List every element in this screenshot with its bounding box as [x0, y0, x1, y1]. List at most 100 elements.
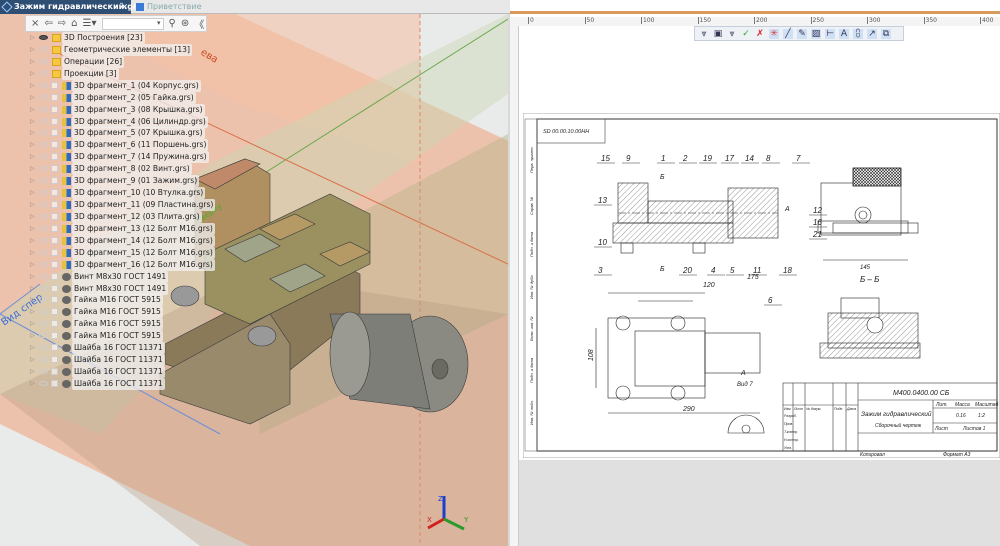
- visibility-eye-icon[interactable]: [39, 237, 48, 243]
- expand-arrow-icon[interactable]: ▷: [30, 306, 35, 318]
- visibility-eye-icon[interactable]: [39, 273, 48, 279]
- dimension-icon[interactable]: ⊢: [825, 28, 835, 39]
- visibility-eye-icon[interactable]: [39, 35, 48, 40]
- expand-arrow-icon[interactable]: ▷: [30, 294, 35, 306]
- filter-layers-icon[interactable]: ⩔: [727, 29, 737, 39]
- visibility-eye-icon[interactable]: [39, 213, 48, 219]
- expand-arrow-icon[interactable]: ▷: [30, 80, 35, 92]
- tab-zazhim[interactable]: Зажим гидравлический.grs ×: [0, 0, 142, 14]
- pen-icon[interactable]: ✎: [797, 28, 807, 39]
- settings-icon[interactable]: ⊛: [181, 18, 189, 29]
- expand-arrow-icon[interactable]: ▷: [30, 163, 35, 175]
- checkbox[interactable]: [51, 141, 58, 149]
- checkbox[interactable]: [51, 165, 58, 173]
- collapse-icon[interactable]: 《: [194, 16, 204, 31]
- checkbox[interactable]: [51, 308, 58, 316]
- checkbox[interactable]: [51, 189, 58, 197]
- point-icon[interactable]: ✳: [769, 28, 779, 39]
- checkbox[interactable]: [51, 296, 58, 304]
- expand-arrow-icon[interactable]: ▷: [30, 366, 35, 378]
- checkbox[interactable]: [51, 356, 58, 364]
- expand-arrow-icon[interactable]: ▷: [30, 104, 35, 116]
- checkbox[interactable]: [51, 93, 58, 101]
- expand-arrow-icon[interactable]: ▷: [30, 342, 35, 354]
- line-icon[interactable]: ╱: [783, 28, 793, 39]
- visibility-eye-icon[interactable]: [39, 285, 48, 291]
- expand-arrow-icon[interactable]: ▷: [30, 283, 35, 295]
- expand-arrow-icon[interactable]: ▷: [30, 32, 35, 44]
- checkbox[interactable]: [51, 236, 58, 244]
- filter-select[interactable]: ▾: [101, 17, 164, 30]
- expand-arrow-icon[interactable]: ▷: [30, 330, 35, 342]
- filter-icon[interactable]: ⩔: [699, 29, 709, 39]
- close-icon[interactable]: ×: [31, 18, 39, 29]
- expand-arrow-icon[interactable]: ▷: [30, 199, 35, 211]
- arrow-icon[interactable]: ↗: [867, 28, 877, 39]
- list-view-icon[interactable]: ☰▾: [83, 18, 97, 29]
- visibility-eye-icon[interactable]: [39, 70, 48, 76]
- visibility-eye-icon[interactable]: [39, 118, 48, 124]
- expand-arrow-icon[interactable]: ▷: [30, 175, 35, 187]
- visibility-eye-icon[interactable]: [39, 369, 48, 375]
- expand-arrow-icon[interactable]: ▷: [30, 56, 35, 68]
- drawing-area[interactable]: 0 50 100 150 200 250 300 350 400 SD 00.00.10.00H…: [510, 0, 1000, 546]
- visibility-eye-icon[interactable]: [39, 249, 48, 255]
- expand-arrow-icon[interactable]: ▷: [30, 378, 35, 390]
- visibility-eye-icon[interactable]: [39, 202, 48, 208]
- checkbox[interactable]: [51, 344, 58, 352]
- leader-icon[interactable]: ⩉: [853, 28, 863, 39]
- frame-icon[interactable]: ▣: [713, 29, 723, 39]
- checkbox[interactable]: [51, 212, 58, 220]
- visibility-eye-icon[interactable]: [39, 94, 48, 100]
- checkbox[interactable]: [51, 260, 58, 268]
- back-arrow-icon[interactable]: ⇦: [44, 18, 52, 29]
- expand-arrow-icon[interactable]: ▷: [30, 235, 35, 247]
- expand-arrow-icon[interactable]: ▷: [30, 271, 35, 283]
- expand-arrow-icon[interactable]: ▷: [30, 211, 35, 223]
- group-icon[interactable]: ⧉: [881, 28, 891, 39]
- visibility-eye-icon[interactable]: [39, 380, 48, 386]
- 3d-viewport[interactable]: ева Сверху Вид спер Z X Y × ⇦ ⇨ ⌂ ☰▾ ▾ ⚲…: [0, 14, 508, 546]
- visibility-eye-icon[interactable]: [39, 58, 48, 64]
- expand-arrow-icon[interactable]: ▷: [30, 127, 35, 139]
- expand-arrow-icon[interactable]: ▷: [30, 139, 35, 151]
- checkbox[interactable]: [51, 129, 58, 137]
- visibility-eye-icon[interactable]: [39, 106, 48, 112]
- checkbox[interactable]: [51, 248, 58, 256]
- visibility-eye-icon[interactable]: [39, 82, 48, 88]
- visibility-eye-icon[interactable]: [39, 261, 48, 267]
- reject-icon[interactable]: ✗: [755, 29, 765, 39]
- close-tab-icon[interactable]: ×: [121, 0, 128, 14]
- tab-welcome[interactable]: Приветствие: [133, 0, 253, 14]
- hatch-icon[interactable]: ▨: [811, 28, 821, 39]
- checkbox[interactable]: [51, 153, 58, 161]
- expand-arrow-icon[interactable]: ▷: [30, 44, 35, 56]
- checkbox[interactable]: [51, 379, 58, 387]
- expand-arrow-icon[interactable]: ▷: [30, 354, 35, 366]
- checkbox[interactable]: [51, 368, 58, 376]
- text-icon[interactable]: A: [839, 28, 849, 39]
- checkbox[interactable]: [51, 272, 58, 280]
- expand-arrow-icon[interactable]: ▷: [30, 223, 35, 235]
- expand-arrow-icon[interactable]: ▷: [30, 116, 35, 128]
- checkbox[interactable]: [51, 105, 58, 113]
- visibility-eye-icon[interactable]: [39, 225, 48, 231]
- expand-arrow-icon[interactable]: ▷: [30, 247, 35, 259]
- checkbox[interactable]: [51, 332, 58, 340]
- accept-icon[interactable]: ✓: [741, 29, 751, 39]
- visibility-eye-icon[interactable]: [39, 46, 48, 52]
- expand-arrow-icon[interactable]: ▷: [30, 187, 35, 199]
- expand-arrow-icon[interactable]: ▷: [30, 318, 35, 330]
- expand-arrow-icon[interactable]: ▷: [30, 68, 35, 80]
- checkbox[interactable]: [51, 117, 58, 125]
- checkbox[interactable]: [51, 320, 58, 328]
- checkbox[interactable]: [51, 201, 58, 209]
- expand-arrow-icon[interactable]: ▷: [30, 259, 35, 271]
- forward-arrow-icon[interactable]: ⇨: [58, 18, 66, 29]
- expand-arrow-icon[interactable]: ▷: [30, 92, 35, 104]
- checkbox[interactable]: [51, 284, 58, 292]
- home-icon[interactable]: ⌂: [71, 18, 77, 29]
- search-icon[interactable]: ⚲: [169, 18, 176, 29]
- expand-arrow-icon[interactable]: ▷: [30, 151, 35, 163]
- checkbox[interactable]: [51, 81, 58, 89]
